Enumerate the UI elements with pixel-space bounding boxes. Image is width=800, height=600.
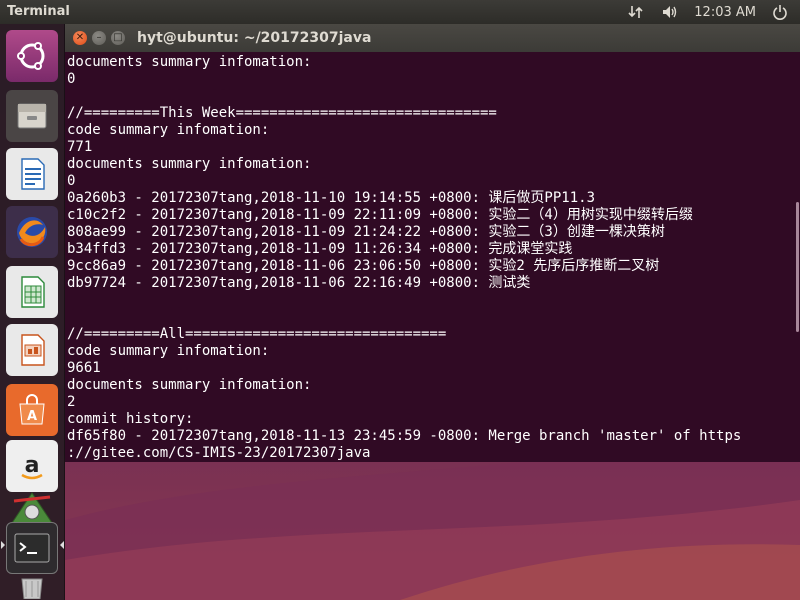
terminal-line: 9661 bbox=[67, 360, 101, 376]
terminal-line: code summary infomation: bbox=[67, 343, 270, 359]
terminal-line: documents summary infomation: bbox=[67, 54, 312, 70]
terminal-line: 771 bbox=[67, 139, 93, 155]
maximize-button[interactable]: □ bbox=[111, 31, 125, 45]
volume-icon[interactable] bbox=[660, 2, 680, 22]
terminal-line: documents summary infomation: bbox=[67, 377, 312, 393]
trash-icon[interactable] bbox=[6, 574, 58, 600]
terminal-line: code summary infomation: bbox=[67, 122, 270, 138]
terminal-line: b34ffd3 - 20172307tang,2018-11-09 11:26:… bbox=[67, 241, 573, 257]
scrollbar-thumb[interactable] bbox=[796, 202, 799, 332]
ubuntu-dash-icon[interactable] bbox=[6, 30, 58, 82]
active-app-indicator bbox=[1, 541, 5, 549]
terminal-line: df65f80 - 20172307tang,2018-11-13 23:45:… bbox=[67, 428, 742, 444]
minimize-button[interactable]: – bbox=[92, 31, 106, 45]
libreoffice-impress-icon[interactable] bbox=[6, 324, 58, 376]
terminal-line: c10c2f2 - 20172307tang,2018-11-09 22:11:… bbox=[67, 207, 693, 223]
libreoffice-writer-icon[interactable] bbox=[6, 148, 58, 200]
terminal-line: 2 bbox=[67, 394, 76, 410]
svg-text:a: a bbox=[25, 453, 40, 478]
terminal-line: commit history: bbox=[67, 411, 194, 427]
terminal-line: //=========This Week====================… bbox=[67, 105, 497, 121]
terminal-line: ://gitee.com/CS-IMIS-23/20172307java bbox=[67, 445, 371, 461]
launcher: A a bbox=[0, 24, 65, 600]
terminal-line: //=========All==========================… bbox=[67, 326, 447, 342]
firefox-icon[interactable] bbox=[6, 206, 58, 258]
terminal-window[interactable]: ✕ – □ hyt@ubuntu: ~/20172307java documen… bbox=[65, 24, 800, 462]
terminal-line: 0a260b3 - 20172307tang,2018-11-10 19:14:… bbox=[67, 190, 596, 206]
scrollbar[interactable] bbox=[793, 52, 800, 462]
software-center-icon[interactable]: A bbox=[6, 384, 58, 436]
terminal-line: db97724 - 20172307tang,2018-11-06 22:16:… bbox=[67, 275, 531, 291]
indicator-area: 12:03 AM bbox=[626, 0, 790, 24]
network-icon[interactable] bbox=[626, 2, 646, 22]
close-button[interactable]: ✕ bbox=[73, 31, 87, 45]
focused-app-indicator bbox=[60, 541, 64, 549]
update-manager-icon[interactable] bbox=[6, 490, 58, 526]
terminal-output[interactable]: documents summary infomation: 0//========… bbox=[65, 52, 793, 462]
terminal-line: 9cc86a9 - 20172307tang,2018-11-06 23:06:… bbox=[67, 258, 660, 274]
window-title: hyt@ubuntu: ~/20172307java bbox=[137, 30, 372, 46]
files-icon[interactable] bbox=[6, 90, 58, 142]
terminal-icon[interactable] bbox=[6, 522, 58, 574]
amazon-icon[interactable]: a bbox=[6, 440, 58, 492]
svg-text:A: A bbox=[27, 409, 37, 424]
terminal-line: 808ae99 - 20172307tang,2018-11-09 21:24:… bbox=[67, 224, 665, 240]
top-panel: Terminal 12:03 AM bbox=[0, 0, 800, 24]
libreoffice-calc-icon[interactable] bbox=[6, 266, 58, 318]
power-icon[interactable] bbox=[770, 2, 790, 22]
window-titlebar[interactable]: ✕ – □ hyt@ubuntu: ~/20172307java bbox=[65, 24, 800, 52]
terminal-line: 0 bbox=[67, 71, 76, 87]
active-app-title: Terminal bbox=[7, 4, 70, 19]
terminal-line: documents summary infomation: bbox=[67, 156, 312, 172]
terminal-line: 0 bbox=[67, 173, 76, 189]
clock[interactable]: 12:03 AM bbox=[694, 5, 756, 20]
